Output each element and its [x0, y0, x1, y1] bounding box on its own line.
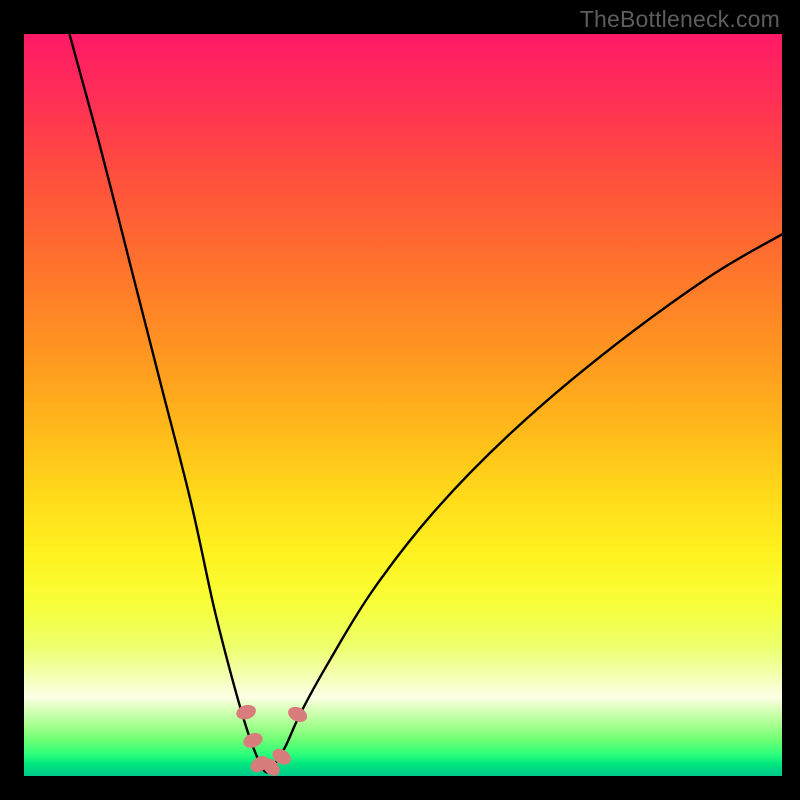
bottleneck-curve	[69, 34, 782, 772]
chart-frame: TheBottleneck.com	[0, 0, 800, 800]
dot-left-mid	[241, 730, 265, 750]
bottleneck-curve-path	[69, 34, 782, 772]
curve-layer	[24, 34, 782, 776]
plot-area	[24, 34, 782, 776]
trough-markers	[235, 703, 310, 776]
dot-left-upper	[235, 703, 258, 722]
watermark-text: TheBottleneck.com	[580, 6, 780, 33]
